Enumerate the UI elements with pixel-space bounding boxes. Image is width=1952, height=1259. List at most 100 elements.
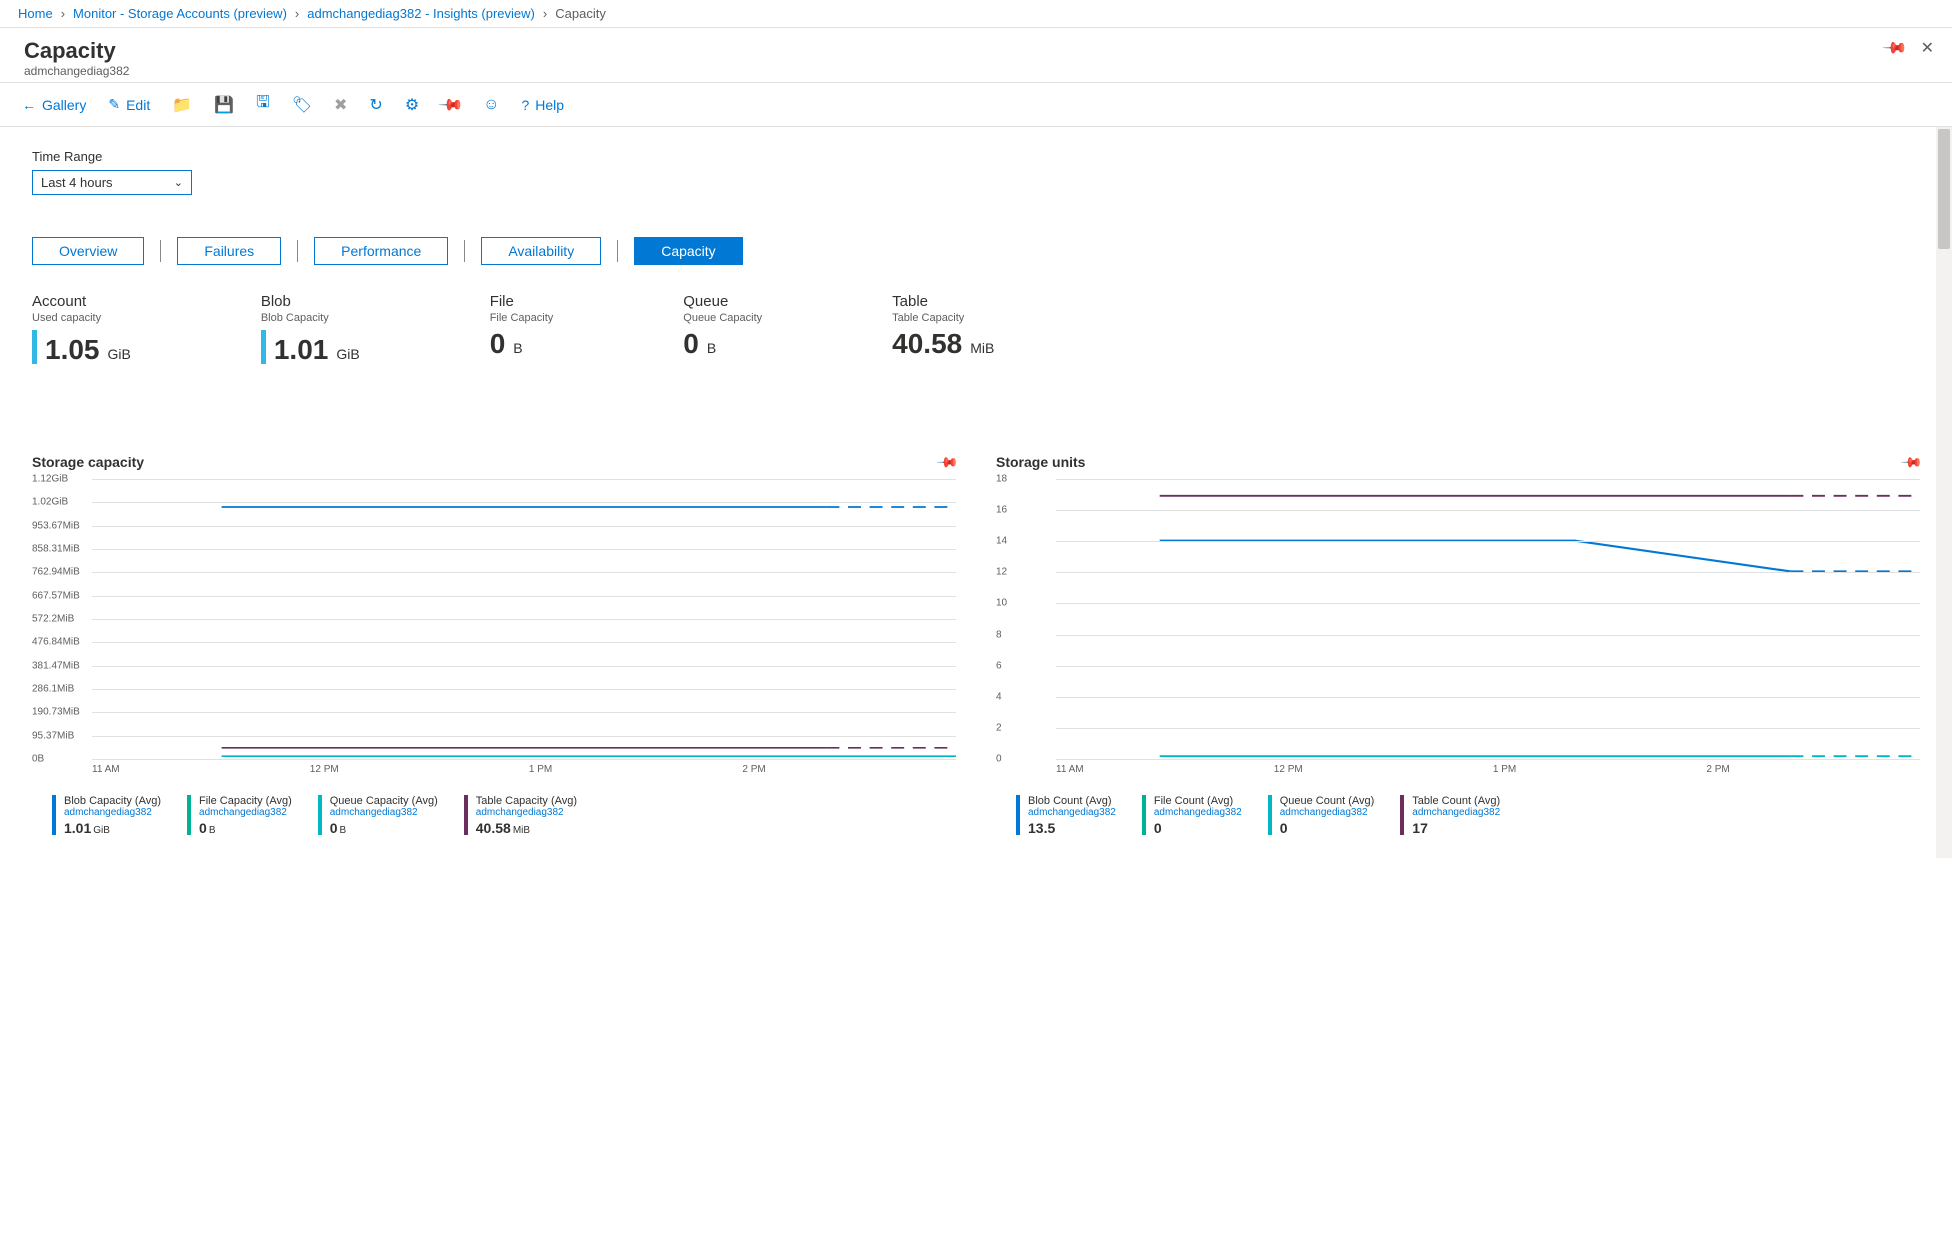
chart-title: Storage capacity <box>32 454 144 470</box>
legend-item[interactable]: Blob Count (Avg)admchangediag38213.5 <box>1016 795 1116 836</box>
page-header: Capacity admchangediag382 📌 ✕ <box>0 28 1952 83</box>
stat-row: Account Used capacity 1.05GiB Blob Blob … <box>32 293 1920 364</box>
legend-item[interactable]: File Count (Avg)admchangediag3820 <box>1142 795 1242 836</box>
tab-overview[interactable]: Overview <box>32 237 144 265</box>
chevron-right-icon: › <box>543 6 547 21</box>
chart-storage-units: Storage units 📌 11 AM12 PM1 PM2 PM 18161… <box>996 454 1920 836</box>
legend-sub: admchangediag382 <box>1280 807 1375 818</box>
legend-sub: admchangediag382 <box>1154 807 1242 818</box>
legend-sub: admchangediag382 <box>330 807 438 818</box>
pin-icon[interactable]: 📌 <box>1881 34 1909 62</box>
page-body: Time Range Last 4 hours ⌄ Overview Failu… <box>0 127 1952 858</box>
legend-sub: admchangediag382 <box>476 807 577 818</box>
page-title: Capacity <box>24 38 1885 64</box>
legend-color <box>1400 795 1404 835</box>
grid-line <box>92 572 956 573</box>
legend-item[interactable]: Table Count (Avg)admchangediag38217 <box>1400 795 1500 836</box>
grid-line <box>92 666 956 667</box>
clear-icon[interactable]: ✖ <box>334 95 347 115</box>
x-axis: 11 AM12 PM1 PM2 PM <box>1056 764 1920 775</box>
stat-bar <box>32 330 37 364</box>
y-tick: 18 <box>996 474 1007 485</box>
grid-line <box>1056 697 1920 698</box>
grid-line <box>1056 541 1920 542</box>
chevron-down-icon: ⌄ <box>174 176 183 189</box>
close-icon[interactable]: ✕ <box>1921 38 1934 58</box>
grid-line <box>92 736 956 737</box>
y-tick: 1.12GiB <box>32 474 68 485</box>
edit-button[interactable]: ✎Edit <box>108 96 150 113</box>
tab-capacity[interactable]: Capacity <box>634 237 742 265</box>
chevron-right-icon: › <box>295 6 299 21</box>
y-tick: 0B <box>32 754 44 765</box>
y-tick: 572.2MiB <box>32 614 74 625</box>
legend-sub: admchangediag382 <box>64 807 161 818</box>
legend-title: File Count (Avg) <box>1154 795 1242 807</box>
grid-line <box>92 526 956 527</box>
legend-item[interactable]: Queue Capacity (Avg)admchangediag3820B <box>318 795 438 836</box>
grid-line <box>1056 759 1920 760</box>
time-range-select[interactable]: Last 4 hours ⌄ <box>32 170 192 195</box>
y-tick: 6 <box>996 660 1002 671</box>
arrow-left-icon: ← <box>22 97 36 113</box>
stat-account: Account Used capacity 1.05GiB <box>32 293 131 364</box>
grid-line <box>92 712 956 713</box>
legend-item[interactable]: Blob Capacity (Avg)admchangediag382 1.01G… <box>52 795 161 836</box>
legend-title: Blob Count (Avg) <box>1028 795 1116 807</box>
stat-bar <box>261 330 266 364</box>
breadcrumb-monitor[interactable]: Monitor - Storage Accounts (preview) <box>73 6 287 21</box>
chart-legend: Blob Capacity (Avg)admchangediag3821.01G… <box>32 795 956 836</box>
stat-file: File File Capacity 0B <box>490 293 554 364</box>
help-button[interactable]: ?Help <box>521 97 564 113</box>
y-tick: 762.94MiB <box>32 567 80 578</box>
breadcrumb-home[interactable]: Home <box>18 6 53 21</box>
grid-line <box>1056 603 1920 604</box>
y-tick: 476.84MiB <box>32 637 80 648</box>
time-range-label: Time Range <box>32 149 1920 164</box>
legend-color <box>1142 795 1146 835</box>
settings-icon[interactable]: ⚙ <box>405 95 419 115</box>
breadcrumb-current: Capacity <box>555 6 606 21</box>
stat-queue: Queue Queue Capacity 0B <box>683 293 762 364</box>
chevron-right-icon: › <box>61 6 65 21</box>
pin-icon[interactable]: 📌 <box>1899 450 1923 474</box>
y-tick: 16 <box>996 505 1007 516</box>
stat-blob: Blob Blob Capacity 1.01GiB <box>261 293 360 364</box>
pin-icon[interactable]: 📌 <box>935 450 959 474</box>
grid-line <box>1056 479 1920 480</box>
legend-item[interactable]: File Capacity (Avg)admchangediag3820B <box>187 795 292 836</box>
feedback-icon[interactable]: ☺ <box>483 96 499 114</box>
tab-failures[interactable]: Failures <box>177 237 281 265</box>
y-tick: 190.73MiB <box>32 707 80 718</box>
legend-title: Blob Capacity (Avg) <box>64 795 161 807</box>
question-icon: ? <box>521 97 529 113</box>
y-tick: 14 <box>996 536 1007 547</box>
legend-title: Table Count (Avg) <box>1412 795 1500 807</box>
save-icon[interactable]: 💾 <box>214 95 234 115</box>
charts-row: Storage capacity 📌 11 AM12 PM1 PM2 PM 1.… <box>32 454 1920 836</box>
tab-performance[interactable]: Performance <box>314 237 448 265</box>
scrollbar[interactable] <box>1936 127 1952 858</box>
pin-icon[interactable]: 📌 <box>437 90 465 118</box>
legend-item[interactable]: Queue Count (Avg)admchangediag3820 <box>1268 795 1375 836</box>
chart-area[interactable]: 11 AM12 PM1 PM2 PM 181614121086420 <box>996 479 1920 789</box>
save-as-icon[interactable]: 🖫 <box>256 91 270 118</box>
breadcrumb-insights[interactable]: admchangediag382 - Insights (preview) <box>307 6 535 21</box>
y-tick: 2 <box>996 722 1002 733</box>
y-tick: 12 <box>996 567 1007 578</box>
folder-icon[interactable]: 📁 <box>172 95 192 115</box>
chart-area[interactable]: 11 AM12 PM1 PM2 PM 1.12GiB1.02GiB953.67M… <box>32 479 956 789</box>
legend-color <box>187 795 191 835</box>
y-tick: 0 <box>996 754 1002 765</box>
breadcrumb: Home › Monitor - Storage Accounts (previ… <box>0 0 1952 28</box>
legend-sub: admchangediag382 <box>1028 807 1116 818</box>
legend-value: 1.01GiB <box>64 820 161 836</box>
refresh-icon[interactable]: ↻ <box>369 95 382 115</box>
gallery-button[interactable]: ←Gallery <box>22 97 86 113</box>
legend-item[interactable]: Table Capacity (Avg)admchangediag38240.5… <box>464 795 577 836</box>
tab-availability[interactable]: Availability <box>481 237 601 265</box>
tag-icon[interactable]: 🏷 <box>292 95 312 115</box>
tab-row: Overview Failures Performance Availabili… <box>32 237 1920 265</box>
legend-color <box>464 795 468 835</box>
y-tick: 667.57MiB <box>32 590 80 601</box>
